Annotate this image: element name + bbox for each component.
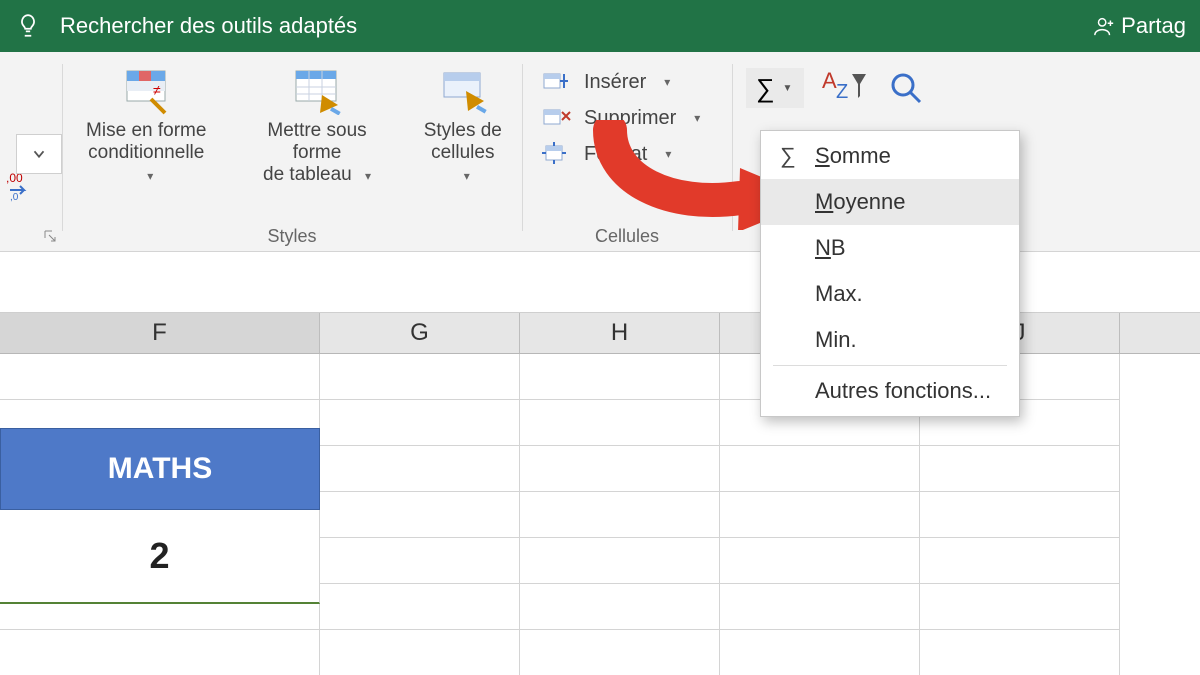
autosum-sum[interactable]: ∑ Somme [761,133,1019,179]
cell[interactable] [520,492,720,538]
dropdown-chevron[interactable] [16,134,62,174]
cell[interactable] [320,584,520,630]
sigma-icon: ∑ [756,73,775,104]
cell[interactable] [720,630,920,675]
autosum-dropdown-icon[interactable]: ▼ [775,83,801,94]
autosum-max[interactable]: Max. [761,271,1019,317]
format-cells-icon [540,140,574,168]
ribbon: ,00 ,0 [0,52,1200,252]
cell[interactable] [320,492,520,538]
menu-separator [773,365,1007,366]
conditional-formatting-icon: ≠ [120,64,172,116]
sigma-icon: ∑ [775,143,801,169]
svg-text:Z: Z [836,81,848,103]
autosum-average[interactable]: Moyenne [761,179,1019,225]
cell[interactable] [320,446,520,492]
cell[interactable] [520,630,720,675]
number-group-launcher-icon[interactable] [44,229,56,245]
tell-me-bulb-icon [14,12,42,40]
column-header-H[interactable]: H [520,313,720,353]
grid-row [0,354,1200,400]
person-plus-icon [1093,15,1115,37]
sort-filter-icon[interactable]: A Z [822,68,868,113]
column-header-F[interactable]: F [0,313,320,353]
find-select-icon[interactable] [886,68,926,108]
cell[interactable] [920,584,1120,630]
autosum-split-button[interactable]: ∑ ▼ [746,68,804,108]
format-cells-button[interactable]: Format▾ [536,138,675,170]
grid-row [0,630,1200,675]
autosum-count[interactable]: NB [761,225,1019,271]
autosum-more-functions[interactable]: Autres fonctions... [761,368,1019,414]
title-bar: Rechercher des outils adaptés Partag [0,0,1200,52]
cell[interactable] [520,584,720,630]
cells-group-label: Cellules [522,226,732,247]
insert-cells-button[interactable]: Insérer▾ [536,66,674,98]
cell[interactable] [320,354,520,400]
cell[interactable] [520,400,720,446]
cell[interactable] [720,538,920,584]
cell[interactable] [920,538,1120,584]
tell-me-search[interactable]: Rechercher des outils adaptés [60,13,357,39]
cell[interactable] [520,538,720,584]
column-header-row: FGHIJ [0,312,1200,354]
share-label: Partag [1121,13,1186,39]
cell-styles-icon [437,64,489,116]
autosum-min[interactable]: Min. [761,317,1019,363]
cell[interactable] [720,584,920,630]
worksheet-grid[interactable]: MATHS 2 [0,354,1200,675]
conditional-formatting-button[interactable]: ≠ Mise en forme conditionnelle ▾ [76,62,216,188]
cell[interactable] [0,354,320,400]
cell[interactable] [720,446,920,492]
cell[interactable] [320,630,520,675]
share-button[interactable]: Partag [1093,13,1186,39]
cell[interactable] [320,538,520,584]
autosum-menu: ∑ Somme Moyenne NB Max. Min. Autres fonc… [760,130,1020,417]
insert-cells-icon [540,68,574,96]
cell-styles-button[interactable]: Styles de cellules ▾ [418,62,508,188]
value-cell[interactable]: 2 [0,510,320,604]
cell[interactable] [920,630,1120,675]
styles-group-label: Styles [62,226,522,247]
svg-text:≠: ≠ [153,82,161,98]
cell[interactable] [720,492,920,538]
delete-cells-button[interactable]: Supprimer▾ [536,102,704,134]
cell[interactable] [920,446,1120,492]
delete-cells-icon [540,104,574,132]
cell[interactable] [920,492,1120,538]
header-cell-maths[interactable]: MATHS [0,428,320,510]
cell[interactable] [520,354,720,400]
cell[interactable] [0,630,320,675]
format-as-table-button[interactable]: Mettre sous forme de tableau ▾ [238,62,395,188]
cell[interactable] [320,400,520,446]
format-as-table-icon [291,64,343,116]
column-header-G[interactable]: G [320,313,520,353]
cell[interactable] [520,446,720,492]
svg-text:A: A [822,68,837,93]
